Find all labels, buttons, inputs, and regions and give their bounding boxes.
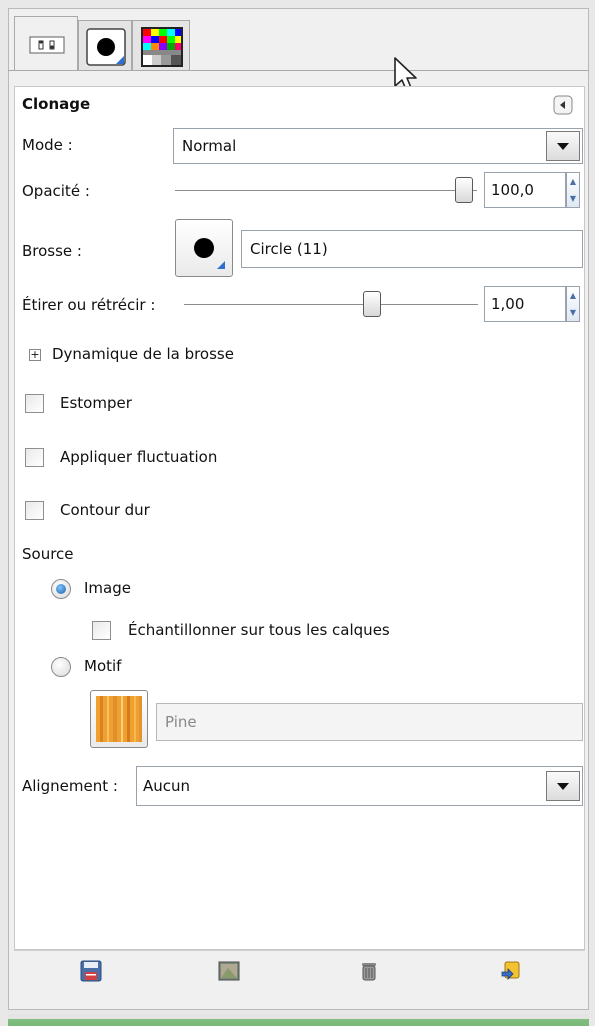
brush-circle-icon [185,229,225,273]
pattern-preview-button[interactable] [90,690,148,748]
delete-icon[interactable] [358,960,380,982]
opacity-slider-thumb[interactable] [455,177,473,203]
jitter-label[interactable]: Appliquer fluctuation [60,448,217,466]
alignment-value: Aucun [143,777,191,795]
source-pattern-label[interactable]: Motif [84,657,121,675]
pattern-name-field: Pine [156,703,583,741]
pattern-name: Pine [165,713,197,731]
opacity-spin-buttons[interactable]: ▲ ▼ [566,172,580,208]
alignment-select[interactable]: Aucun [136,766,583,806]
chevron-down-icon [557,137,569,155]
brush-preview-button[interactable] [175,219,233,277]
tool-options-icon [29,35,65,59]
restore-icon[interactable] [218,960,240,982]
spin-up-icon[interactable]: ▲ [570,291,576,300]
window-bottom-edge [8,1014,589,1026]
dynamics-expander-label[interactable]: Dynamique de la brosse [52,345,234,363]
jitter-checkbox[interactable] [25,448,44,467]
brush-icon [86,28,126,70]
source-image-radio[interactable] [51,579,71,599]
alignment-dropdown-button[interactable] [546,771,580,801]
alignment-label: Alignement : [22,777,118,795]
reset-icon[interactable] [500,960,522,982]
fade-label[interactable]: Estomper [60,394,132,412]
opacity-label: Opacité : [22,182,90,200]
scale-value-field[interactable]: 1,00 [484,286,566,322]
scale-spin-buttons[interactable]: ▲ ▼ [566,286,580,322]
tab-brushes[interactable] [78,20,132,70]
spin-up-icon[interactable]: ▲ [570,177,576,186]
scale-slider-thumb[interactable] [363,291,381,317]
spin-down-icon[interactable]: ▼ [570,308,576,317]
source-image-label[interactable]: Image [84,579,131,597]
sample-all-layers-checkbox[interactable] [92,621,111,640]
scale-slider-track[interactable] [184,304,478,305]
brush-name-field[interactable]: Circle (11) [241,230,583,268]
scale-value: 1,00 [491,295,525,313]
scale-label: Étirer ou rétrécir : [22,296,156,314]
save-icon[interactable] [80,960,102,982]
hard-edge-checkbox[interactable] [25,501,44,520]
opacity-slider-track[interactable] [175,190,477,191]
tab-tool-options[interactable] [14,16,78,70]
chevron-down-icon [557,777,569,795]
mode-label: Mode : [22,136,73,154]
mode-value: Normal [182,137,237,155]
palette-icon [141,27,183,71]
fade-checkbox[interactable] [25,394,44,413]
tab-row-line [8,70,589,71]
menu-arrow-icon[interactable] [553,95,573,119]
opacity-value: 100,0 [491,181,534,199]
source-pattern-radio[interactable] [51,657,71,677]
mode-select[interactable]: Normal [173,128,583,164]
tab-palettes[interactable] [132,20,190,70]
hard-edge-label[interactable]: Contour dur [60,501,150,519]
brush-label: Brosse : [22,242,82,260]
opacity-value-field[interactable]: 100,0 [484,172,566,208]
footer-divider [14,950,585,951]
expander-plus-icon[interactable]: + [29,349,41,361]
pine-pattern-icon [96,696,142,746]
sample-all-layers-label[interactable]: Échantillonner sur tous les calques [128,621,390,639]
panel-title: Clonage [22,95,91,113]
brush-name: Circle (11) [250,240,328,258]
spin-down-icon[interactable]: ▼ [570,194,576,203]
mode-dropdown-button[interactable] [546,131,580,161]
source-label: Source [22,545,74,563]
